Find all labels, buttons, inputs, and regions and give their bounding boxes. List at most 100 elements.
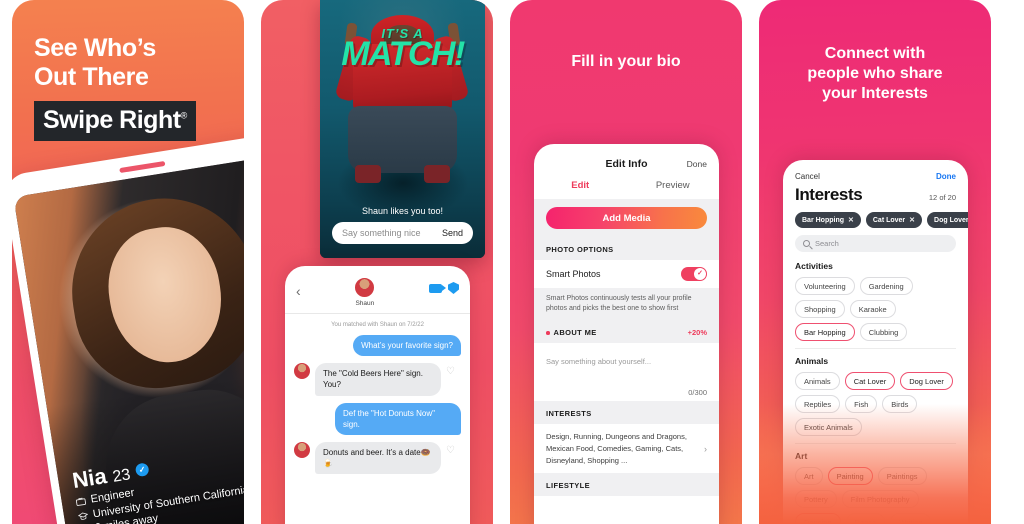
panel4-headline-line2: people who share	[807, 65, 943, 82]
interest-tag[interactable]: Birds	[882, 395, 918, 413]
screenshot-panel-2: IT’S A MATCH! Shaun likes you too! Say s…	[261, 0, 493, 524]
interest-tag[interactable]: Writing	[890, 513, 932, 524]
panel4-headline-line1: Connect with	[824, 45, 926, 62]
interest-tag[interactable]: Exotic Animals	[795, 418, 862, 436]
done-button[interactable]: Done	[936, 172, 956, 181]
phone-mockup-interests: Cancel Done Interests 12 of 20 Bar Hoppi…	[783, 160, 968, 524]
edit-info-header: Edit Info Done	[534, 144, 719, 178]
avatar	[294, 363, 310, 380]
verified-badge-icon	[134, 462, 150, 478]
interest-tag-selected[interactable]: Dancing	[795, 513, 841, 524]
panel4-headline: Connect with people who share your Inter…	[759, 44, 991, 104]
interest-tag[interactable]: Clubbing	[859, 323, 908, 341]
edit-info-tabs: Edit Preview	[534, 178, 719, 199]
screenshot-panel-1: See Who’s Out There Swipe Right® i Nia 2…	[12, 0, 244, 524]
interest-category-art: Art Art Painting Paintings Pottery Film …	[783, 451, 968, 524]
chat-contact-name: Shaun	[355, 300, 375, 307]
interest-tag-selected[interactable]: Dog Lover	[900, 372, 953, 390]
interest-tag-selected[interactable]: Painting	[827, 467, 873, 485]
category-name: Art	[795, 451, 808, 461]
interest-tag[interactable]: Reptiles	[795, 395, 841, 413]
send-button[interactable]: Send	[442, 228, 463, 238]
close-icon[interactable]: ✕	[909, 216, 915, 224]
photo-options-label: PHOTO OPTIONS	[534, 237, 719, 260]
cancel-button[interactable]: Cancel	[795, 172, 820, 181]
panel1-headline-line1: See Who’s	[34, 34, 156, 62]
profile-age: 23	[111, 465, 132, 486]
about-me-field[interactable]: Say something about yourself... 0/300	[534, 343, 719, 402]
match-message-bar[interactable]: Say something nice Send	[332, 222, 473, 244]
interest-tag[interactable]: Shopping	[795, 300, 845, 318]
selected-chip[interactable]: Dog Lover✕	[927, 212, 968, 228]
match-photo-shoe-right	[423, 165, 451, 184]
selected-chip-label: Cat Lover	[872, 216, 906, 224]
search-placeholder: Search	[815, 239, 839, 248]
chat-message-incoming: The "Cold Beers Here" sign. You? ♡	[294, 363, 461, 396]
interest-tag[interactable]: Art	[795, 467, 823, 485]
chat-header: ‹ Shaun	[285, 266, 470, 313]
smart-photos-row[interactable]: Smart Photos	[534, 260, 719, 288]
search-input[interactable]: Search	[795, 235, 956, 252]
chat-message-outgoing: What’s your favorite sign?	[294, 335, 461, 357]
briefcase-icon	[75, 497, 87, 506]
required-dot-icon	[546, 331, 550, 335]
profile-name: Nia	[70, 462, 109, 493]
message-bubble: What’s your favorite sign?	[353, 335, 461, 357]
its-a-match-card: IT’S A MATCH! Shaun likes you too! Say s…	[320, 0, 485, 258]
avatar	[294, 441, 310, 458]
divider	[795, 348, 956, 349]
interest-tag[interactable]: Film Photography	[841, 490, 919, 508]
shield-icon[interactable]	[448, 282, 459, 294]
about-me-label: ABOUT ME	[546, 328, 597, 337]
about-me-percent: +20%	[687, 328, 707, 338]
add-media-button[interactable]: Add Media	[546, 207, 707, 229]
match-photo-legs	[348, 105, 457, 173]
message-bubble: Donuts and beer. It’s a date🍩🍺	[315, 441, 441, 475]
about-me-header: ABOUT ME +20%	[534, 322, 719, 344]
screenshot-panel-3: Fill in your bio Edit Info Done Edit Pre…	[510, 0, 742, 524]
interest-tag-selected[interactable]: Bar Hopping	[795, 323, 855, 341]
smart-photos-helper: Smart Photos continuously tests all your…	[534, 288, 719, 323]
interest-tag[interactable]: Volunteering	[795, 277, 855, 295]
swipe-right-badge-label: Swipe Right	[43, 106, 181, 134]
interest-tag[interactable]: Paintings	[877, 467, 927, 485]
video-camera-icon[interactable]	[429, 283, 446, 293]
interest-tag[interactable]: Karaoke	[849, 300, 896, 318]
tab-preview[interactable]: Preview	[627, 180, 720, 191]
interest-tag[interactable]: Fish	[845, 395, 878, 413]
category-name: Animals	[795, 356, 829, 366]
chat-match-meta: You matched with Shaun on 7/2/22	[331, 322, 424, 328]
interest-tag[interactable]: Gardening	[859, 277, 913, 295]
panel1-header: See Who’s Out There Swipe Right®	[12, 34, 244, 141]
close-icon[interactable]: ✕	[848, 216, 854, 224]
selected-chip[interactable]: Cat Lover ✕	[865, 212, 923, 228]
heart-icon[interactable]: ♡	[446, 366, 455, 377]
match-photo-shoe-left	[354, 165, 382, 184]
interest-tag-selected[interactable]: Cat Lover	[844, 372, 896, 390]
chat-message-outgoing: Def the "Hot Donuts Now" sign.	[294, 402, 461, 435]
phone-screen-swipe: i Nia 23 Engineer University of Southern…	[13, 155, 244, 524]
message-bubble: The "Cold Beers Here" sign. You?	[315, 363, 441, 396]
chat-message-incoming: Donuts and beer. It’s a date🍩🍺 ♡	[294, 441, 461, 475]
smart-photos-toggle[interactable]	[681, 267, 707, 281]
selected-chip[interactable]: Bar Hopping ✕	[795, 212, 861, 228]
match-message-input[interactable]: Say something nice	[342, 228, 421, 238]
tag-group: Volunteering Gardening Shopping Karaoke …	[795, 277, 956, 341]
panel4-headline-line3: your Interests	[822, 85, 928, 102]
interest-tag[interactable]: Animals	[795, 372, 840, 390]
graduation-cap-icon	[77, 512, 89, 520]
app-store-screenshot-gallery: See Who’s Out There Swipe Right® i Nia 2…	[0, 0, 1024, 524]
tab-edit[interactable]: Edit	[534, 180, 627, 191]
interests-row[interactable]: Design, Running, Dungeons and Dragons, M…	[534, 424, 719, 474]
interest-tag[interactable]: Pottery	[795, 490, 837, 508]
interest-tag[interactable]: Dance	[845, 513, 886, 524]
panel3-headline: Fill in your bio	[571, 53, 681, 70]
likes-you-text: Shaun likes you too!	[361, 206, 444, 216]
heart-icon[interactable]: ♡	[446, 445, 455, 456]
chevron-right-icon: ›	[704, 443, 707, 454]
about-me-char-count: 0/300	[688, 388, 707, 398]
chat-contact[interactable]: Shaun	[301, 277, 429, 307]
screenshot-panel-4: Connect with people who share your Inter…	[759, 0, 991, 524]
done-button[interactable]: Done	[687, 159, 707, 169]
interests-header: Cancel Done	[783, 160, 968, 181]
